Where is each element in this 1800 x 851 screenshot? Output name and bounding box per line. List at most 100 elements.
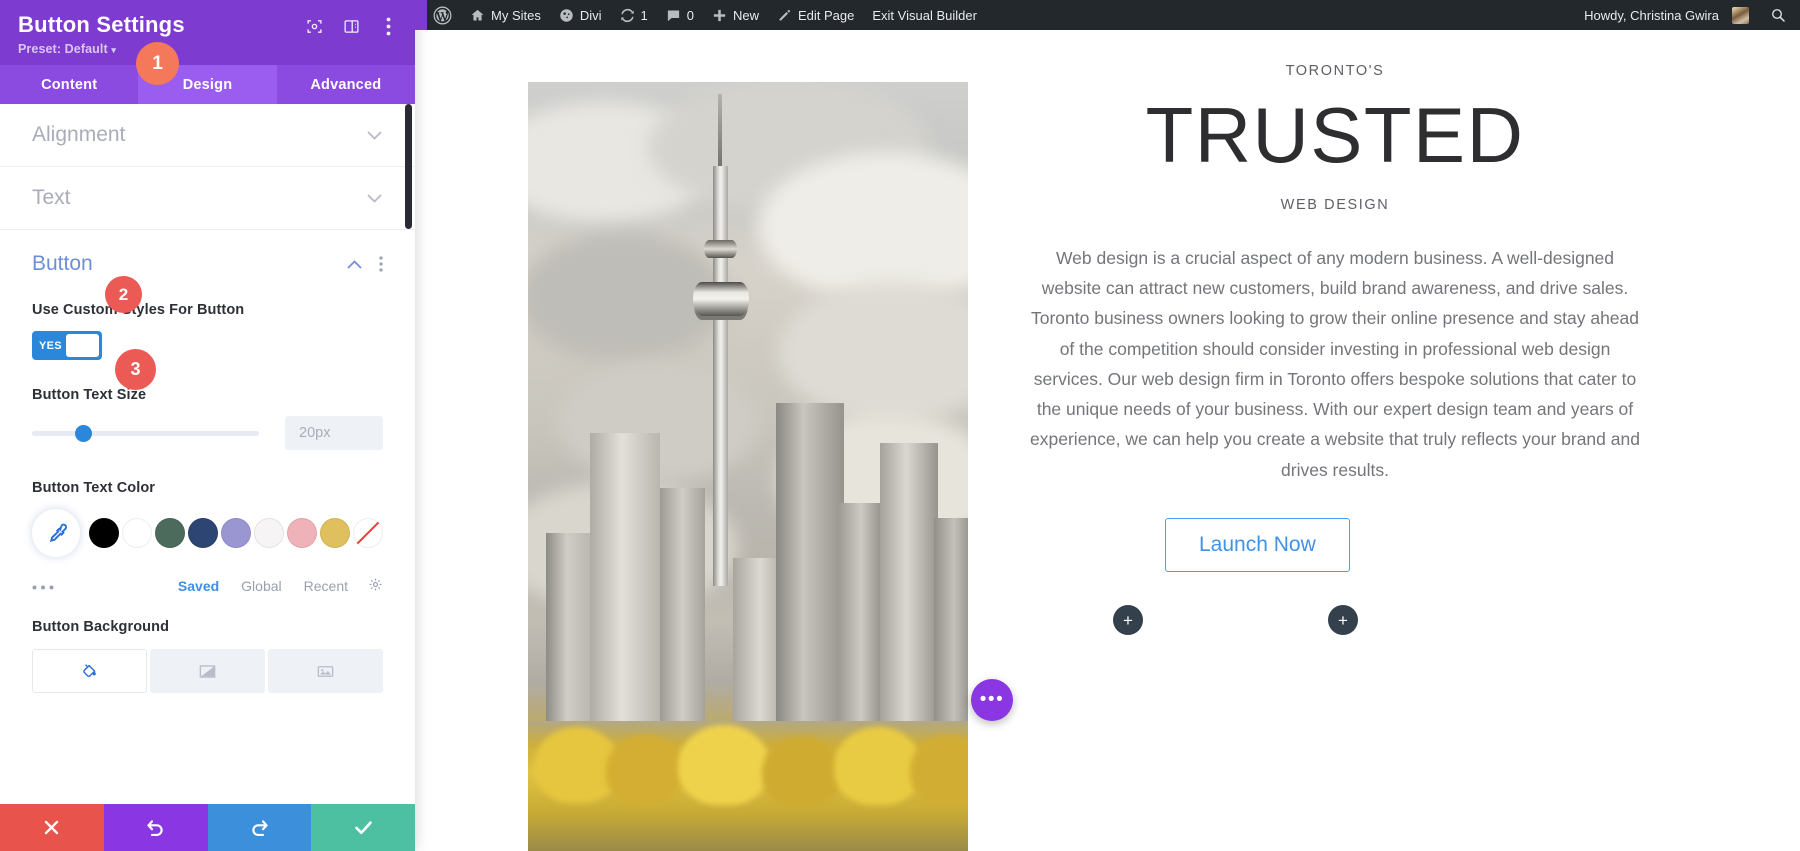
cn-tower-upper-pod	[704, 240, 737, 258]
building	[838, 503, 884, 733]
wp-admin-bar: My Sites Divi 1 0	[415, 0, 1800, 30]
accordion-text[interactable]: Text	[0, 167, 415, 230]
color-fill-icon[interactable]	[32, 649, 147, 693]
admin-bar-item-updates[interactable]: 1	[611, 0, 657, 30]
swatch-none[interactable]	[353, 518, 383, 548]
browser-viewport: My Sites Divi 1 0	[415, 0, 1800, 851]
slider-handle[interactable]	[75, 425, 92, 442]
search-icon[interactable]	[1758, 0, 1800, 30]
cta-container: Launch Now	[1015, 485, 1655, 572]
text-size-slider[interactable]	[32, 431, 259, 436]
step-badge-3: 3	[115, 349, 156, 390]
add-module-left[interactable]: +	[1113, 605, 1143, 635]
swatch-pink[interactable]	[287, 518, 317, 548]
accordion-label: Text	[32, 186, 367, 210]
panel-footer	[0, 804, 415, 851]
chevron-down-icon: ▾	[111, 45, 116, 55]
cn-tower-spire	[718, 94, 722, 174]
focus-icon[interactable]	[305, 17, 323, 35]
add-module-right[interactable]: +	[1328, 605, 1358, 635]
section-button-header[interactable]: Button	[32, 252, 383, 276]
gradient-icon[interactable]	[150, 649, 265, 693]
more-vertical-icon[interactable]	[379, 17, 397, 35]
hero-body-text: Web design is a crucial aspect of any mo…	[1015, 243, 1655, 485]
tab-advanced[interactable]: Advanced	[277, 65, 415, 104]
admin-bar-item-exit-visual-builder[interactable]: Exit Visual Builder	[863, 0, 986, 30]
cancel-button[interactable]	[0, 804, 104, 851]
swatch-navy[interactable]	[188, 518, 218, 548]
plus-icon	[712, 8, 727, 23]
admin-bar-howdy[interactable]: Howdy, Christina Gwira	[1575, 0, 1758, 30]
label-button-text-color: Button Text Color	[32, 480, 383, 496]
admin-bar-item-new[interactable]: New	[703, 0, 768, 30]
hero-subeyebrow: WEB DESIGN	[1015, 197, 1655, 213]
chevron-up-icon[interactable]	[347, 257, 362, 272]
more-colors-icon[interactable]	[32, 577, 156, 595]
slider-fill	[32, 431, 80, 436]
launch-now-button[interactable]: Launch Now	[1165, 518, 1350, 572]
admin-bar-label: New	[733, 8, 759, 23]
hero-text-column: TORONTO'S TRUSTED WEB DESIGN Web design …	[1015, 30, 1655, 572]
admin-bar-label: Exit Visual Builder	[872, 8, 977, 23]
panel-purple-edge	[415, 0, 427, 30]
swatch-gold[interactable]	[320, 518, 350, 548]
building	[660, 488, 705, 733]
section-button-title: Button	[32, 252, 93, 276]
more-vertical-icon[interactable]	[379, 256, 383, 272]
comment-bubble-icon	[666, 8, 681, 23]
label-button-background: Button Background	[32, 619, 383, 635]
step-badge-1: 1	[136, 42, 179, 85]
panel-header-icons	[305, 12, 397, 35]
gear-icon[interactable]	[368, 577, 383, 595]
admin-bar-label: Edit Page	[798, 8, 854, 23]
label-use-custom-styles: Use Custom Styles For Button	[32, 302, 383, 318]
use-custom-styles-toggle[interactable]: YES	[32, 331, 102, 360]
howdy-label: Howdy, Christina Gwira	[1584, 8, 1719, 23]
text-size-input[interactable]: 20px	[285, 416, 383, 450]
palette-tab-global[interactable]: Global	[241, 578, 281, 594]
hero-image-toronto-skyline[interactable]	[528, 82, 968, 851]
button-background-tabs	[32, 649, 383, 693]
page-title: TRUSTED	[1015, 95, 1655, 177]
swatch-black[interactable]	[89, 518, 119, 548]
building	[590, 433, 660, 733]
step-badge-2: 2	[105, 276, 142, 313]
screen-root: My Sites Divi 1 0	[0, 0, 1800, 851]
color-swatch-row	[32, 509, 383, 557]
chevron-down-icon	[367, 128, 382, 142]
panel-body: Alignment Text Button	[0, 104, 415, 804]
swatch-periwinkle[interactable]	[221, 518, 251, 548]
admin-bar-label: Divi	[580, 8, 602, 23]
building	[934, 518, 968, 733]
preset-selector[interactable]: Preset: Default ▾	[18, 42, 397, 56]
swatch-green-dark[interactable]	[155, 518, 185, 548]
wordpress-logo-icon[interactable]	[424, 0, 461, 30]
image-icon[interactable]	[268, 649, 383, 693]
palette-tab-recent[interactable]: Recent	[304, 578, 348, 594]
admin-bar-item-comments[interactable]: 0	[657, 0, 703, 30]
redo-button[interactable]	[208, 804, 312, 851]
save-button[interactable]	[311, 804, 415, 851]
accordion-label: Alignment	[32, 123, 367, 147]
tab-content[interactable]: Content	[0, 65, 138, 104]
panel-header: Button Settings	[0, 0, 415, 65]
button-text-size-control: 20px	[32, 416, 383, 450]
preset-label: Preset: Default	[18, 42, 108, 56]
admin-bar-item-divi[interactable]: Divi	[550, 0, 611, 30]
undo-button[interactable]	[104, 804, 208, 851]
visual-builder-menu-fab[interactable]: •••	[971, 679, 1013, 721]
admin-bar-item-my-sites[interactable]: My Sites	[461, 0, 550, 30]
layout-icon[interactable]	[342, 17, 360, 35]
building	[776, 403, 844, 733]
panel-title: Button Settings	[18, 12, 305, 38]
swatch-off-white[interactable]	[254, 518, 284, 548]
eyedropper-icon[interactable]	[32, 509, 80, 557]
palette-tab-saved[interactable]: Saved	[178, 578, 219, 594]
accordion-alignment[interactable]: Alignment	[0, 104, 415, 167]
update-refresh-icon	[620, 8, 635, 23]
divi-icon	[559, 8, 574, 23]
panel-scrollbar-thumb[interactable]	[405, 104, 412, 229]
admin-bar-item-edit-page[interactable]: Edit Page	[768, 0, 863, 30]
page-canvas: TORONTO'S TRUSTED WEB DESIGN Web design …	[415, 30, 1800, 851]
swatch-white[interactable]	[122, 518, 152, 548]
